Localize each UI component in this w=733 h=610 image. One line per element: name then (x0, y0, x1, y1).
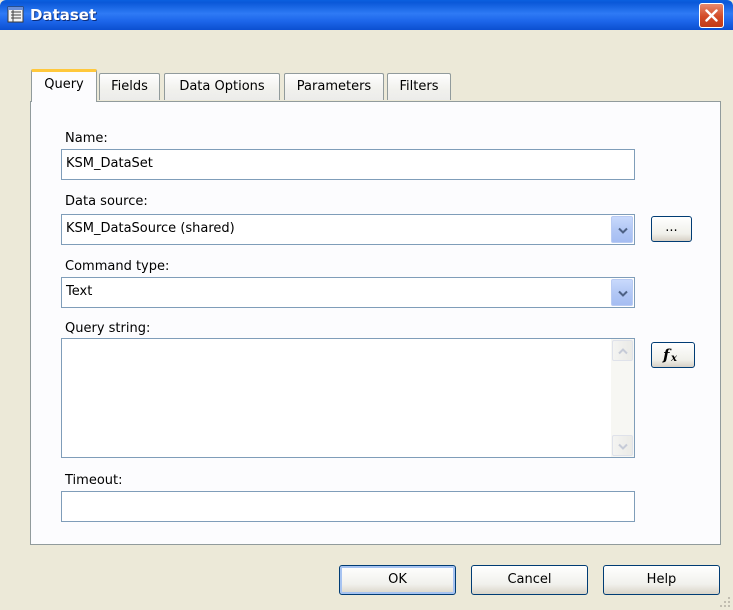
function-fx-icon: f x (662, 346, 678, 364)
tab-data-options[interactable]: Data Options (164, 73, 280, 100)
datasource-dropdown-button[interactable] (611, 216, 633, 243)
command-type-value: Text (66, 284, 93, 299)
chevron-down-icon (618, 290, 628, 297)
timeout-label: Timeout: (65, 473, 123, 488)
query-string-label: Query string: (65, 321, 151, 336)
chevron-up-icon (618, 348, 628, 355)
title-bar[interactable]: Dataset (0, 0, 733, 30)
tab-fields[interactable]: Fields (99, 73, 160, 100)
tab-filters[interactable]: Filters (387, 73, 451, 100)
close-icon (705, 9, 718, 22)
command-type-select[interactable]: Text (61, 277, 635, 308)
dataset-dialog: Dataset Query Fields Data Options Parame… (0, 0, 733, 610)
datasource-select[interactable]: KSM_DataSource (shared) (61, 214, 635, 245)
command-type-dropdown-button[interactable] (611, 279, 633, 306)
tab-query[interactable]: Query (31, 69, 97, 102)
svg-text:x: x (670, 353, 678, 364)
query-string-scrollbar[interactable] (611, 339, 634, 457)
tab-parameters[interactable]: Parameters (284, 73, 384, 100)
scroll-up-button[interactable] (612, 340, 633, 361)
chevron-down-icon (618, 227, 628, 234)
cancel-button[interactable]: Cancel (471, 565, 588, 595)
timeout-field[interactable] (61, 491, 635, 522)
command-type-label: Command type: (65, 259, 170, 274)
scroll-down-button[interactable] (612, 435, 633, 456)
datasource-label: Data source: (65, 194, 148, 209)
resize-grip-icon[interactable] (719, 596, 731, 608)
window-title: Dataset (30, 6, 97, 24)
ok-button[interactable]: OK (339, 565, 456, 595)
expression-button[interactable]: f x (651, 342, 695, 368)
dataset-window-icon (7, 6, 24, 23)
close-button[interactable] (699, 3, 724, 28)
chevron-down-icon (618, 443, 628, 450)
name-label: Name: (65, 131, 108, 146)
name-field[interactable]: KSM_DataSet (61, 149, 635, 180)
help-button[interactable]: Help (603, 565, 720, 595)
datasource-value: KSM_DataSource (shared) (66, 221, 235, 236)
query-string-textarea[interactable] (61, 338, 635, 458)
datasource-browse-button[interactable]: ... (651, 216, 692, 242)
